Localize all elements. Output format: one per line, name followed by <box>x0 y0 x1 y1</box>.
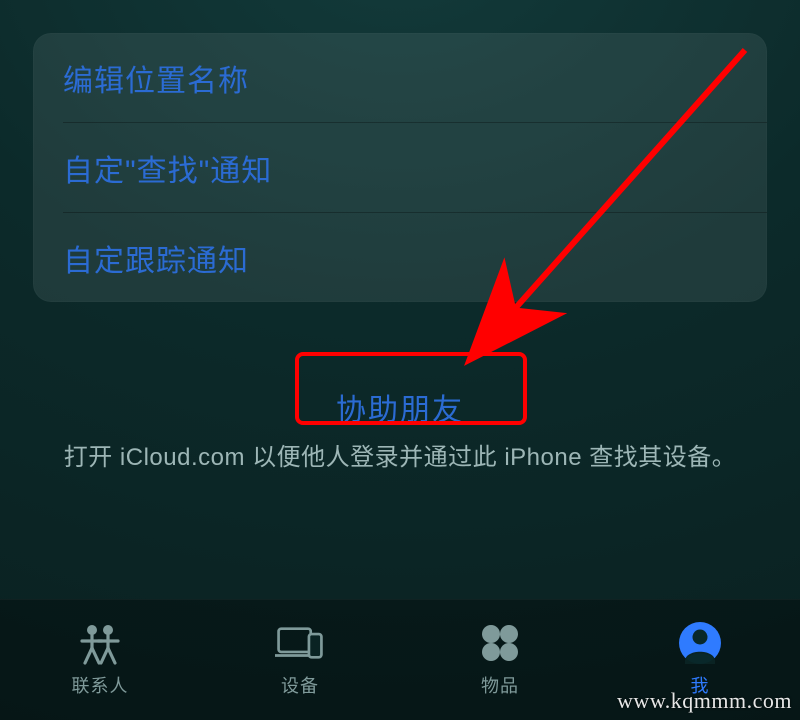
tab-people[interactable]: 联系人 <box>0 600 200 720</box>
screen: 编辑位置名称 自定"查找"通知 自定跟踪通知 协助朋友 打开 iCloud.co… <box>0 0 800 720</box>
assist-friend-button[interactable]: 协助朋友 <box>336 385 464 429</box>
watermark-text: www.kqmmm.com <box>617 688 792 714</box>
customize-findmy-notifications-row[interactable]: 自定"查找"通知 <box>33 123 767 212</box>
tab-items[interactable]: 物品 <box>400 600 600 720</box>
row-label: 自定跟踪通知 <box>63 236 249 280</box>
devices-icon <box>275 618 325 668</box>
items-icon <box>475 618 525 668</box>
me-settings-group: 编辑位置名称 自定"查找"通知 自定跟踪通知 <box>33 33 767 302</box>
assist-friend-container: 协助朋友 <box>0 385 800 429</box>
assist-friend-hint: 打开 iCloud.com 以便他人登录并通过此 iPhone 查找其设备。 <box>0 437 800 472</box>
row-label: 编辑位置名称 <box>63 56 249 100</box>
tab-devices[interactable]: 设备 <box>200 600 400 720</box>
tab-label: 设备 <box>281 672 319 698</box>
edit-location-name-row[interactable]: 编辑位置名称 <box>33 33 767 122</box>
row-label: 自定"查找"通知 <box>63 146 272 190</box>
people-icon <box>75 618 125 668</box>
customize-tracking-notifications-row[interactable]: 自定跟踪通知 <box>33 213 767 302</box>
tab-label: 物品 <box>481 672 519 698</box>
person-circle-icon <box>675 618 725 668</box>
tab-label: 联系人 <box>72 672 129 698</box>
